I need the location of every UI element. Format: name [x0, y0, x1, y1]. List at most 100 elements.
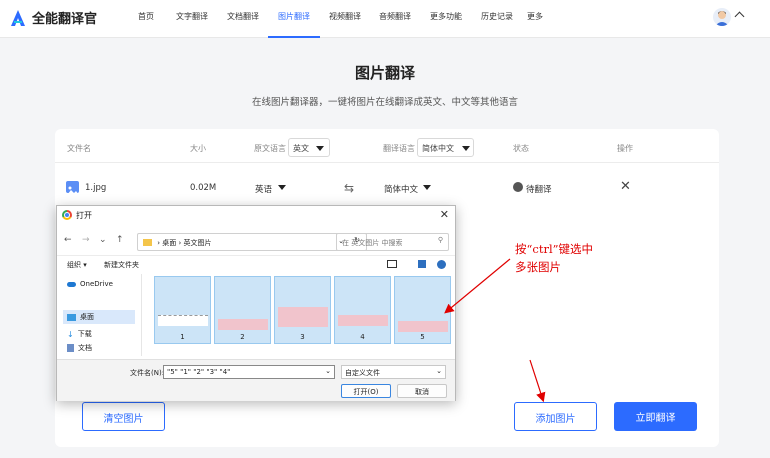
download-icon: ↓ [67, 329, 74, 339]
new-folder-button[interactable]: 新建文件夹 [104, 260, 139, 270]
preview-pane-icon[interactable] [418, 260, 426, 268]
nav-more-features[interactable]: 更多功能 [420, 0, 472, 38]
address-bar[interactable]: › 桌面 › 英文图片 ⌄ ↻ [137, 233, 367, 251]
header-source-lang-value: 英文 [293, 144, 309, 153]
header-divider [55, 162, 719, 163]
cloud-icon [67, 281, 76, 287]
dialog-title: 打开 [76, 211, 92, 220]
sidebar-item-onedrive[interactable]: OneDrive [63, 277, 135, 291]
dialog-toolbar: 组织 ▾ 新建文件夹 [57, 255, 455, 273]
file-thumb[interactable]: 2 [214, 276, 271, 344]
file-thumb[interactable]: 1 [154, 276, 211, 344]
annotation-line-1: 按“ctrl”键选中 [515, 242, 593, 256]
nav-more[interactable]: 更多 [522, 0, 548, 38]
chevron-down-icon [462, 146, 470, 151]
chevron-down-icon[interactable] [423, 185, 431, 190]
row-source-lang[interactable]: 英语 [255, 183, 272, 195]
translate-now-button[interactable]: 立即翻译 [614, 402, 697, 431]
sidebar-item-documents[interactable]: 文档 [63, 342, 135, 354]
col-header-filename: 文件名 [67, 144, 91, 153]
nav-image-translate[interactable]: 图片翻译 [268, 0, 320, 38]
search-placeholder: 在 英文图片 中搜索 [342, 239, 403, 247]
desktop-icon [67, 313, 76, 321]
delete-row-icon[interactable]: ✕ [620, 179, 631, 194]
open-button[interactable]: 打开(O) [341, 384, 391, 398]
nav-home[interactable]: 首页 [126, 0, 166, 38]
annotation-line-2: 多张图片 [515, 260, 561, 274]
file-thumb[interactable]: 3 [274, 276, 331, 344]
nav-text-translate[interactable]: 文字翻译 [166, 0, 218, 38]
chevron-down-icon[interactable] [278, 185, 286, 190]
thumb-label: 3 [300, 333, 305, 341]
search-icon: ⚲ [437, 236, 443, 244]
sidebar-item-desktop[interactable]: 桌面 [63, 310, 135, 324]
thumb-image [218, 319, 268, 330]
chrome-icon [62, 210, 72, 220]
help-icon[interactable] [437, 260, 446, 269]
file-name: 1.jpg [85, 183, 107, 193]
thumb-image [278, 307, 328, 327]
main-nav: 首页 文字翻译 文档翻译 图片翻译 视频翻译 音频翻译 更多功能 历史记录 更多 [126, 0, 548, 38]
page-subtitle: 在线图片翻译器，一键将图片在线翻译成英文、中文等其他语言 [251, 97, 518, 108]
sidebar-item-label: OneDrive [80, 280, 113, 288]
search-input[interactable]: 在 英文图片 中搜索 ⚲ [336, 233, 449, 251]
sidebar-item-downloads[interactable]: ↓ 下载 [63, 327, 135, 341]
thumb-image [338, 315, 388, 326]
back-icon[interactable]: ← [64, 235, 72, 245]
user-avatar-icon[interactable] [713, 8, 731, 26]
chevron-down-icon[interactable]: ⌄ [325, 367, 331, 375]
thumb-image [398, 321, 448, 332]
col-header-source-lang: 原文语言 [254, 144, 286, 153]
col-header-size: 大小 [190, 144, 206, 153]
document-icon [67, 344, 74, 352]
app-logo[interactable]: 全能翻译官 [10, 8, 97, 27]
nav-history[interactable]: 历史记录 [472, 0, 522, 38]
logo-icon [10, 9, 26, 27]
filetype-select[interactable]: 自定义文件 ⌄ [341, 365, 446, 379]
forward-icon[interactable]: → [82, 235, 90, 245]
path-desktop[interactable]: 桌面 [162, 239, 176, 247]
clock-icon [513, 182, 523, 192]
nav-video-translate[interactable]: 视频翻译 [320, 0, 370, 38]
filename-label: 文件名(N): [130, 369, 165, 377]
page-title: 图片翻译 [354, 64, 415, 82]
app-name: 全能翻译官 [32, 12, 98, 27]
chevron-up-icon[interactable] [734, 11, 745, 22]
up-icon[interactable]: ↑ [116, 235, 124, 245]
clear-images-button[interactable]: 清空图片 [82, 402, 165, 431]
dialog-bottom-bar: 文件名(N): "5" "1" "2" "3" "4" ⌄ 自定义文件 ⌄ 打开… [57, 359, 455, 401]
header-target-lang-select[interactable]: 简体中文 [417, 138, 474, 157]
file-thumb[interactable]: 4 [334, 276, 391, 344]
image-file-icon [66, 181, 79, 193]
close-icon[interactable]: ✕ [440, 208, 449, 221]
top-nav-bar: 全能翻译官 首页 文字翻译 文档翻译 图片翻译 视频翻译 音频翻译 更多功能 历… [0, 0, 770, 38]
cancel-button[interactable]: 取消 [397, 384, 447, 398]
thumb-label: 5 [420, 333, 425, 341]
nav-doc-translate[interactable]: 文档翻译 [218, 0, 268, 38]
file-open-dialog: 打开 ✕ ← → ⌄ ↑ › 桌面 › 英文图片 ⌄ ↻ 在 英文图片 中搜索 … [56, 205, 456, 401]
col-header-target-lang: 翻译语言 [383, 144, 415, 153]
thumb-label: 1 [180, 333, 185, 341]
organize-menu[interactable]: 组织 ▾ [67, 260, 87, 270]
nav-pane: OneDrive 桌面 ↓ 下载 文档 [57, 274, 142, 356]
header-target-lang-value: 简体中文 [422, 144, 454, 153]
nav-audio-translate[interactable]: 音频翻译 [370, 0, 420, 38]
view-icon[interactable] [387, 260, 397, 268]
add-images-button[interactable]: 添加图片 [514, 402, 597, 431]
file-grid: 1 2 3 4 5 [150, 276, 455, 348]
row-status: 待翻译 [526, 185, 552, 195]
folder-icon [143, 239, 152, 246]
row-target-lang[interactable]: 简体中文 [384, 183, 418, 195]
col-header-action: 操作 [617, 144, 633, 153]
dialog-titlebar: 打开 ✕ [57, 206, 455, 225]
filename-input[interactable]: "5" "1" "2" "3" "4" ⌄ [163, 365, 335, 379]
path-folder[interactable]: 英文图片 [184, 239, 212, 247]
header-source-lang-select[interactable]: 英文 [288, 138, 330, 157]
address-row: ← → ⌄ ↑ › 桌面 › 英文图片 ⌄ ↻ 在 英文图片 中搜索 ⚲ [57, 230, 455, 254]
sidebar-item-label: 桌面 [80, 313, 94, 321]
filetype-value: 自定义文件 [345, 369, 380, 377]
file-thumb[interactable]: 5 [394, 276, 451, 344]
swap-icon[interactable]: ⇆ [344, 181, 354, 195]
chevron-down-icon[interactable]: ⌄ [99, 235, 107, 245]
chevron-down-icon [316, 146, 324, 151]
